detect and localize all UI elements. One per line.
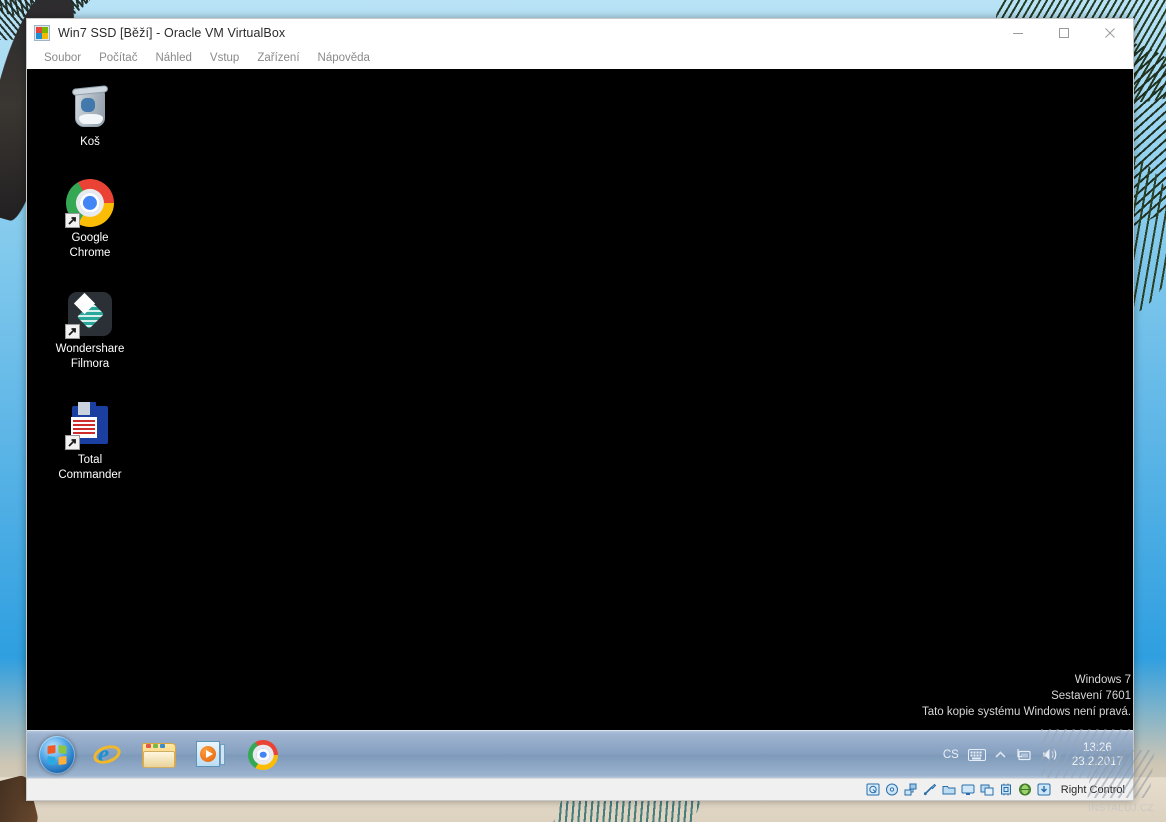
menu-item-napoveda[interactable]: Nápověda [309,50,379,66]
virtualbox-windows-logo-icon [34,25,50,41]
desktop-icon-wondershare-filmora[interactable]: Wondershare Filmora [47,290,133,372]
watermark-line-build: Sestavení 7601 [1051,690,1131,702]
close-button[interactable] [1087,19,1133,47]
wondershare-filmora-icon [65,290,114,339]
optical-disk-icon[interactable] [885,783,900,797]
shortcut-arrow-icon [65,324,80,339]
taskbar-item-windows-media-player[interactable] [191,735,231,775]
tray-language-indicator[interactable]: CS [943,749,959,761]
guest-os-screen[interactable]: Koš Google Chrome Wondershare Filmora To… [27,69,1133,778]
minimize-button[interactable] [995,19,1041,47]
window-title: Win7 SSD [Běží] - Oracle VM VirtualBox [58,26,286,40]
host-drive-icon[interactable] [1037,783,1052,797]
virtualbox-window: Win7 SSD [Běží] - Oracle VM VirtualBox S… [26,18,1134,801]
shared-clipboard-icon[interactable] [980,783,995,797]
recycle-bin-icon [66,83,114,131]
google-chrome-icon [65,179,114,228]
display-icon[interactable] [961,783,976,797]
menu-item-vstup[interactable]: Vstup [201,50,248,66]
watermark-line-notice: Tato kopie systému Windows není pravá. [921,706,1131,718]
taskbar-item-windows-explorer[interactable] [139,735,179,775]
start-button[interactable] [35,735,75,775]
host-key-label: Right Control [1060,783,1125,796]
site-watermark-lines [1041,729,1131,778]
show-hidden-icons-icon[interactable] [995,750,1006,759]
virtualbox-status-bar: Right Control [27,778,1133,800]
hard-disk-icon[interactable] [866,783,881,797]
menu-bar: Soubor Počítač Náhled Vstup Zařízení Náp… [27,47,1133,69]
system-tray: CS [943,729,1133,778]
windows-activation-watermark: Windows 7 Sestavení 7601 Tato kopie syst… [922,672,1131,720]
desktop-icon-total-commander[interactable]: Total Commander [47,401,133,483]
remote-display-icon[interactable] [1018,783,1033,797]
processor-icon[interactable] [999,783,1014,797]
windows-taskbar: e CS [27,729,1133,778]
taskbar-item-google-chrome[interactable] [243,735,283,775]
desktop-icon-label-line1: Google [71,232,109,244]
desktop-icon-kos[interactable]: Koš [47,83,133,150]
shortcut-arrow-icon [65,435,80,450]
desktop-icon-google-chrome[interactable]: Google Chrome [47,179,133,261]
menu-item-nahled[interactable]: Náhled [146,50,200,66]
total-commander-icon [65,401,114,450]
internet-explorer-icon: e [91,739,123,771]
window-controls [995,19,1133,47]
desktop-icon-label-line2: Chrome [69,247,111,259]
desktop-icon-label-line2: Filmora [70,358,110,370]
shared-folder-icon[interactable] [942,783,957,797]
network-tray-icon[interactable] [1015,747,1032,762]
keyboard-layout-icon[interactable] [967,748,986,761]
network-icon[interactable] [904,783,919,797]
taskbar-item-internet-explorer[interactable]: e [87,735,127,775]
taskbar-launcher-area: e [27,735,283,775]
windows-media-player-icon [196,740,226,769]
desktop-icon-label-line2: Commander [58,469,122,481]
menu-item-zarizeni[interactable]: Zařízení [248,50,308,66]
google-chrome-icon [248,739,278,770]
start-orb-icon [39,735,75,774]
usb-icon[interactable] [923,783,938,797]
watermark-line-edition: Windows 7 [1074,674,1131,686]
windows-explorer-icon [142,741,176,769]
desktop-icon-label: Koš [80,136,100,148]
menu-item-pocitac[interactable]: Počítač [90,50,146,66]
desktop-icon-label-line1: Total [77,454,103,466]
window-titlebar[interactable]: Win7 SSD [Běží] - Oracle VM VirtualBox [27,19,1133,47]
desktop-icon-label-line1: Wondershare [55,343,125,355]
maximize-button[interactable] [1041,19,1087,47]
menu-item-soubor[interactable]: Soubor [35,50,90,66]
shortcut-arrow-icon [65,213,80,228]
